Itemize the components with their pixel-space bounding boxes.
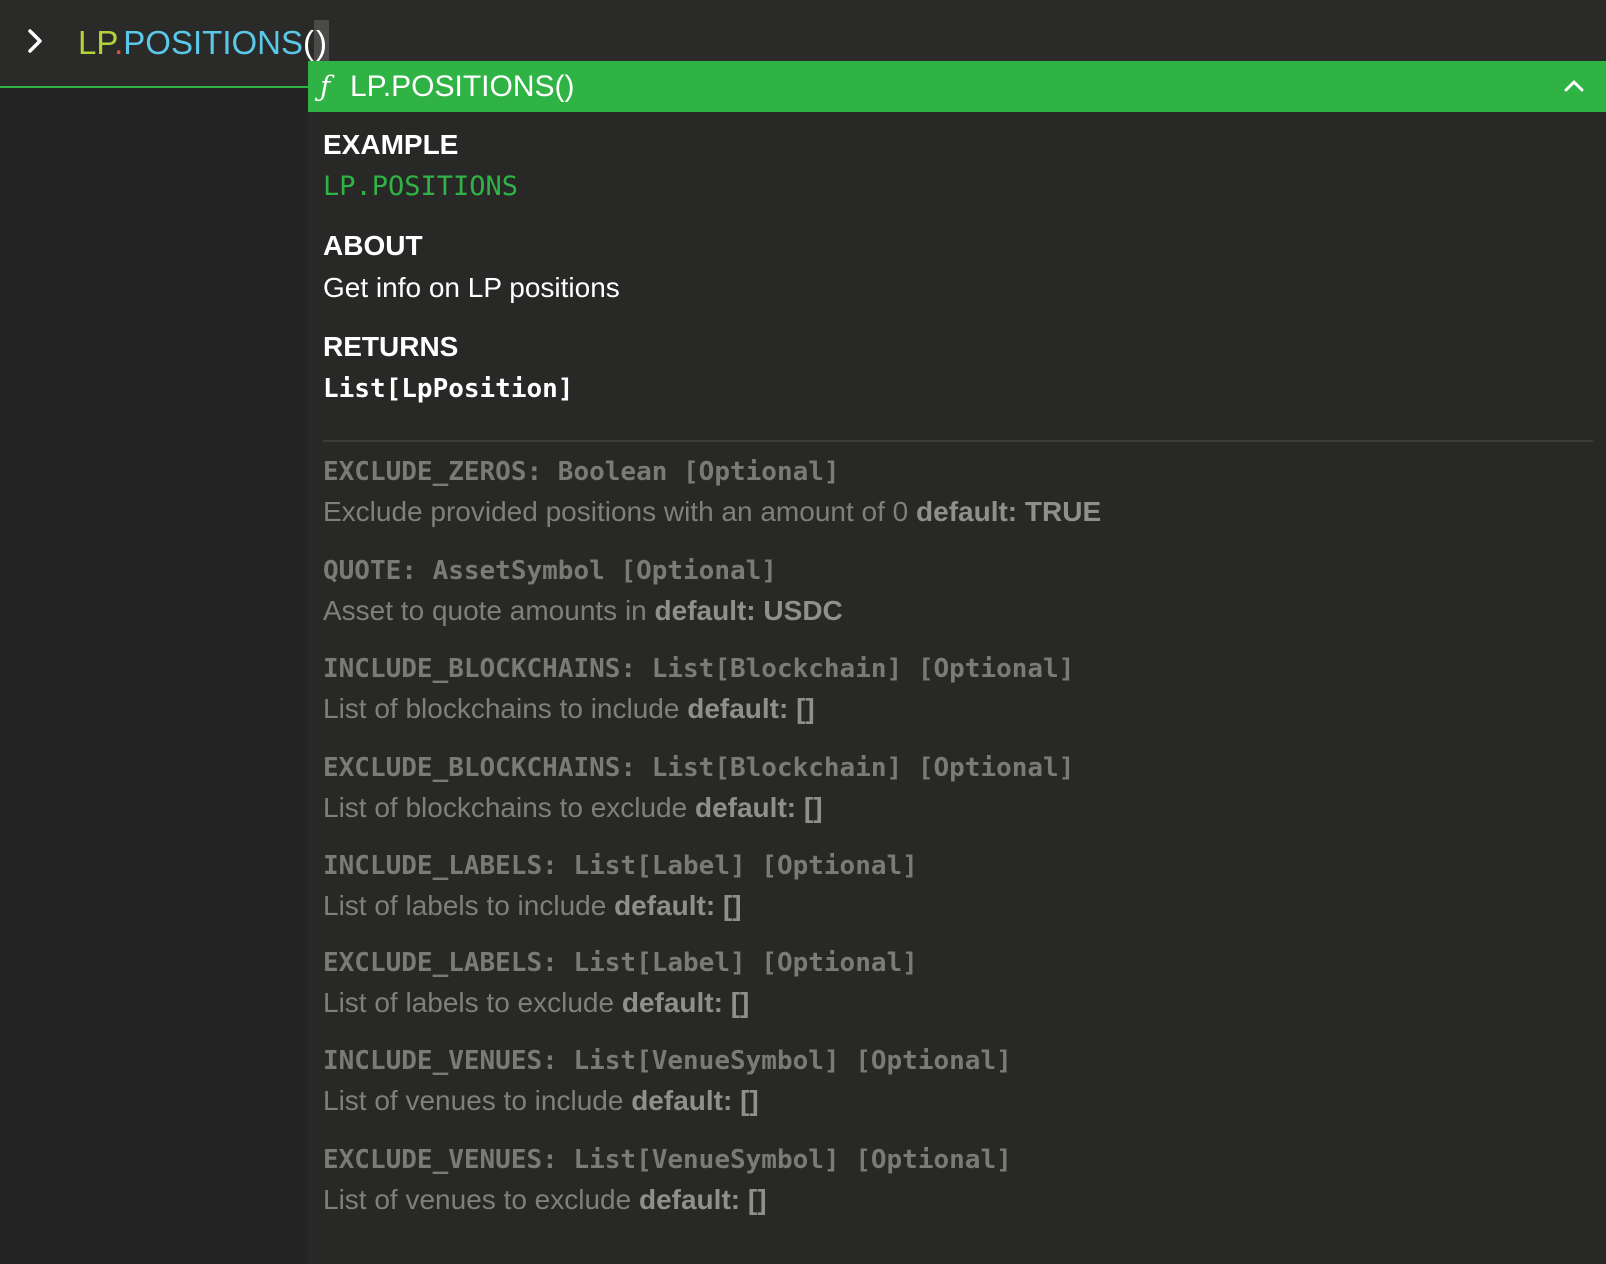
command-dot: .: [114, 24, 124, 61]
param-description-text: List of venues to include: [323, 1085, 632, 1116]
param-description-text: Asset to quote amounts in: [323, 595, 655, 626]
about-text: Get info on LP positions: [323, 272, 620, 303]
param-description-text: List of blockchains to include: [323, 693, 688, 724]
param-description-text: Exclude provided positions with an amoun…: [323, 496, 917, 527]
param-default-label: default:: [687, 693, 789, 724]
function-doc-panel: ƒ LP.POSITIONS() EXAMPLE LP.POSITIONS AB…: [308, 61, 1606, 1264]
left-pane: [0, 88, 308, 1264]
param-item: EXCLUDE_BLOCKCHAINS: List[Blockchain] [O…: [323, 750, 1593, 840]
about-heading: ABOUT: [323, 230, 423, 261]
doc-title: LP.POSITIONS(): [350, 70, 575, 103]
param-signature: INCLUDE_LABELS: List[Label] [Optional]: [323, 851, 918, 881]
param-description: Exclude provided positions with an amoun…: [323, 494, 1101, 530]
param-description: List of blockchains to include default: …: [323, 691, 815, 727]
param-default-value: USDC: [763, 595, 843, 626]
param-description: List of labels to include default: []: [323, 888, 742, 924]
param-default-value: []: [796, 693, 815, 724]
doc-header[interactable]: ƒ LP.POSITIONS(): [308, 61, 1606, 112]
command-function: POSITIONS: [123, 24, 303, 61]
param-description: List of venues to include default: []: [323, 1083, 759, 1119]
param-description-text: List of venues to exclude: [323, 1184, 639, 1215]
param-description: Asset to quote amounts in default: USDC: [323, 593, 843, 629]
param-default-label: default:: [621, 987, 723, 1018]
returns-heading: RETURNS: [323, 331, 459, 362]
param-default-value: TRUE: [1024, 496, 1102, 527]
param-item: QUOTE: AssetSymbol [Optional] Asset to q…: [323, 553, 1593, 643]
param-default-value: []: [747, 1184, 767, 1215]
param-signature: QUOTE: AssetSymbol [Optional]: [323, 556, 777, 586]
chevron-right-icon: [28, 29, 42, 53]
param-default-label: default:: [631, 1085, 733, 1116]
param-item: EXCLUDE_ZEROS: Boolean [Optional] Exclud…: [323, 454, 1593, 544]
section-divider: [323, 440, 1593, 442]
param-signature: EXCLUDE_VENUES: List[VenueSymbol] [Optio…: [323, 1145, 1012, 1175]
chevron-up-icon[interactable]: [1560, 73, 1588, 99]
param-default-label: default:: [614, 890, 716, 921]
function-icon: ƒ: [320, 70, 331, 103]
param-default-label: default:: [694, 792, 797, 823]
param-default-label: default:: [916, 496, 1018, 527]
param-description-text: List of labels to include: [323, 890, 615, 921]
param-description: List of labels to exclude default: []: [323, 985, 749, 1021]
param-signature: INCLUDE_BLOCKCHAINS: List[Blockchain] [O…: [323, 654, 1075, 684]
param-description: List of blockchains to exclude default: …: [323, 790, 823, 826]
param-description: List of venues to exclude default: []: [323, 1182, 767, 1218]
param-signature: INCLUDE_VENUES: List[VenueSymbol] [Optio…: [323, 1046, 1012, 1076]
param-item: INCLUDE_LABELS: List[Label] [Optional] L…: [323, 848, 1593, 938]
param-item: EXCLUDE_VENUES: List[VenueSymbol] [Optio…: [323, 1142, 1593, 1232]
param-item: INCLUDE_VENUES: List[VenueSymbol] [Optio…: [323, 1043, 1593, 1133]
param-signature: EXCLUDE_ZEROS: Boolean [Optional]: [323, 457, 840, 487]
param-default-label: default:: [638, 1184, 741, 1215]
param-default-value: []: [722, 890, 742, 921]
command-namespace: LP: [78, 24, 115, 61]
param-signature: EXCLUDE_LABELS: List[Label] [Optional]: [323, 948, 918, 978]
param-description-text: List of labels to exclude: [323, 987, 622, 1018]
command-open-paren: (: [303, 24, 314, 61]
param-item: EXCLUDE_LABELS: List[Label] [Optional] L…: [323, 945, 1593, 1035]
param-default-label: default:: [654, 595, 756, 626]
param-default-value: []: [730, 987, 750, 1018]
param-description-text: List of blockchains to exclude: [323, 792, 695, 823]
example-heading: EXAMPLE: [323, 129, 459, 160]
returns-type: List[LpPosition]: [323, 374, 574, 404]
command-input[interactable]: LP.POSITIONS(): [78, 20, 329, 66]
param-signature: EXCLUDE_BLOCKCHAINS: List[Blockchain] [O…: [323, 753, 1075, 783]
command-close-paren-cursor: ): [314, 20, 329, 66]
param-item: INCLUDE_BLOCKCHAINS: List[Blockchain] [O…: [323, 651, 1593, 741]
param-default-value: []: [803, 792, 823, 823]
param-default-value: []: [740, 1085, 759, 1116]
example-code: LP.POSITIONS: [323, 171, 519, 202]
